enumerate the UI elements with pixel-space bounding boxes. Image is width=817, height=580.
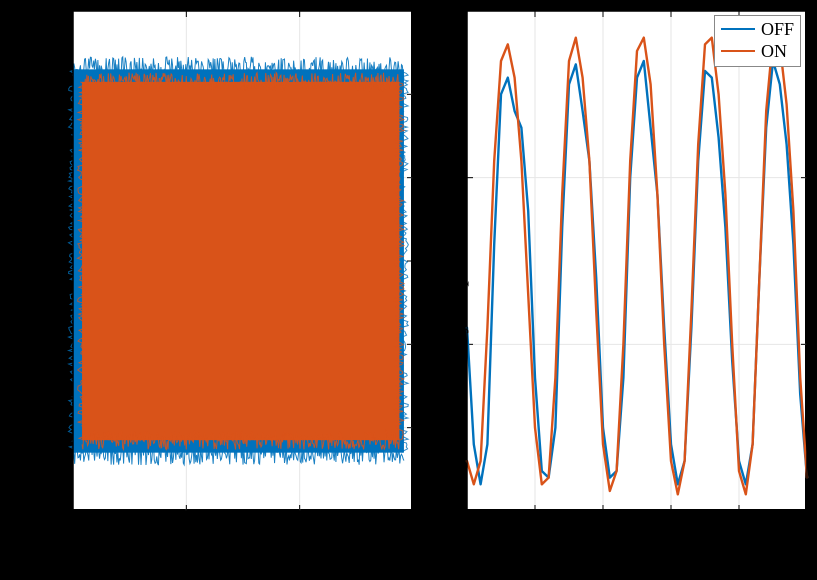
- legend-swatch-on: [721, 50, 755, 52]
- ytick-label: 0: [28, 250, 68, 271]
- xtick-label: -0.5: [47, 514, 97, 535]
- legend-item-off: OFF: [721, 18, 794, 40]
- xtick-label: 0: [160, 514, 210, 535]
- legend-label-on: ON: [761, 41, 787, 62]
- legend-swatch-off: [721, 28, 755, 30]
- ytick-label: -2: [28, 333, 68, 354]
- xtick-label: 180: [444, 514, 488, 535]
- legend-label-off: OFF: [761, 19, 794, 40]
- xtick-label: 0.5: [274, 514, 324, 535]
- time-plot-svg: [467, 11, 807, 511]
- xtick-label: 182: [580, 514, 624, 535]
- xtick-label: 183: [648, 514, 692, 535]
- left-xlabel: joint position [rad]: [72, 540, 412, 566]
- legend-item-on: ON: [721, 40, 794, 62]
- legend: OFF ON: [714, 15, 801, 67]
- phase-plot-panel: [72, 10, 412, 510]
- xtick-label: 184: [716, 514, 760, 535]
- ytick-label: 0: [422, 333, 462, 354]
- time-plot-panel: OFF ON: [466, 10, 806, 510]
- ytick-label: 6: [28, 0, 68, 21]
- right-xlabel: time [s]: [466, 540, 806, 566]
- phase-plot-svg: [73, 11, 413, 511]
- xtick-label: 181: [512, 514, 556, 535]
- figure: joint velocity [rad.s⁻¹] joint position …: [0, 0, 817, 580]
- ytick-label: 1: [422, 0, 462, 21]
- ytick-label: 2: [28, 167, 68, 188]
- ytick-label: 0.5: [422, 167, 462, 188]
- xtick-label: 185: [784, 514, 817, 535]
- ytick-label: 4: [28, 83, 68, 104]
- ytick-label: -4: [28, 417, 68, 438]
